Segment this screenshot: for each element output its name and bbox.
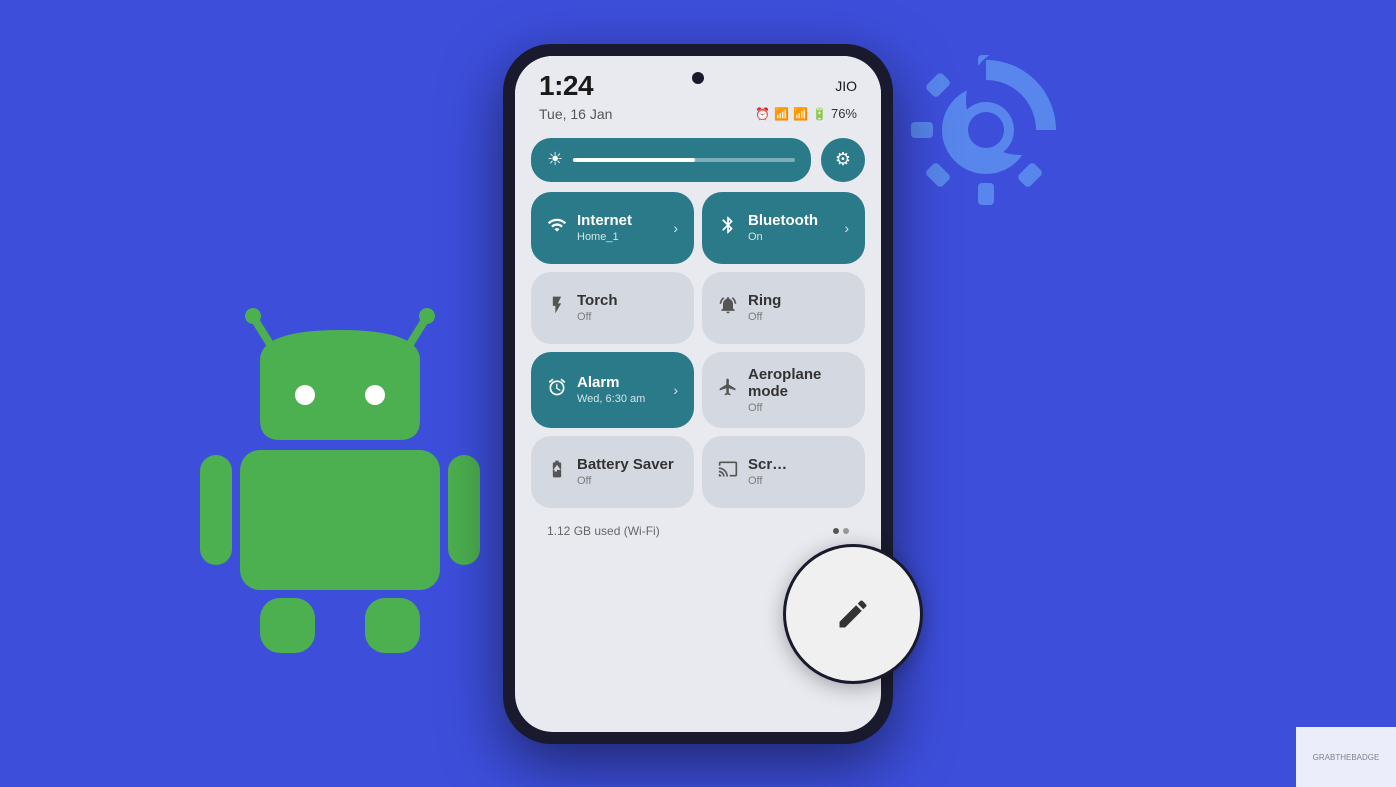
watermark: GRABTHEBADGE xyxy=(1296,727,1396,787)
alarm-status-icon: ⏰ xyxy=(755,107,770,121)
camera-notch xyxy=(692,72,704,84)
tile-aeroplane-sublabel: Off xyxy=(748,402,849,414)
tile-screen-left: Scr… Off xyxy=(718,456,787,487)
phone-device: 1:24 JIO Tue, 16 Jan ⏰ 📶 📶 🔋 76% ☀ xyxy=(503,44,893,744)
tile-torch-sublabel: Off xyxy=(577,311,618,323)
battery-percent: 76% xyxy=(831,106,857,121)
tile-ring-label: Ring xyxy=(748,292,781,309)
gear-icon-background xyxy=(896,40,1076,220)
tile-aeroplane-header: Aeroplane mode Off xyxy=(718,366,849,414)
brightness-slider[interactable]: ☀ xyxy=(531,138,811,182)
tile-internet-label: Internet xyxy=(577,212,632,229)
tile-aeroplane-left: Aeroplane mode Off xyxy=(718,366,849,414)
tile-screen-sublabel: Off xyxy=(748,475,787,487)
tile-ring-left: Ring Off xyxy=(718,292,781,323)
brightness-track xyxy=(573,158,795,162)
quick-settings-panel: ☀ ⚙ xyxy=(515,130,881,550)
page-dots xyxy=(833,528,849,534)
bottom-info: 1.12 GB used (Wi-Fi) xyxy=(531,516,865,538)
tile-ring-header: Ring Off xyxy=(718,292,849,323)
status-time: 1:24 xyxy=(539,70,593,102)
battery-saver-icon xyxy=(547,459,567,484)
data-usage-text: 1.12 GB used (Wi-Fi) xyxy=(547,524,660,538)
tile-internet-left: Internet Home_1 xyxy=(547,212,632,243)
bluetooth-chevron-icon: › xyxy=(844,220,849,236)
watermark-text: GRABTHEBADGE xyxy=(1313,753,1380,762)
tile-bluetooth[interactable]: Bluetooth On › xyxy=(702,192,865,264)
wifi-icon xyxy=(547,215,567,240)
tile-battery-saver[interactable]: Battery Saver Off xyxy=(531,436,694,508)
tile-battery-left: Battery Saver Off xyxy=(547,456,674,487)
tile-alarm[interactable]: Alarm Wed, 6:30 am › xyxy=(531,352,694,428)
bluetooth-icon xyxy=(718,215,738,240)
cast-icon xyxy=(718,459,738,484)
ring-icon xyxy=(718,295,738,320)
dot-1 xyxy=(833,528,839,534)
status-carrier: JIO xyxy=(835,78,857,94)
tile-bluetooth-header: Bluetooth On › xyxy=(718,212,849,243)
aeroplane-icon xyxy=(718,377,738,402)
android-robot xyxy=(180,280,500,660)
status-icons: ⏰ 📶 📶 🔋 76% xyxy=(755,106,857,121)
tile-internet[interactable]: Internet Home_1 › xyxy=(531,192,694,264)
tile-bluetooth-label: Bluetooth xyxy=(748,212,818,229)
tile-aeroplane-label: Aeroplane mode xyxy=(748,366,849,400)
status-date-row: Tue, 16 Jan ⏰ 📶 📶 🔋 76% xyxy=(515,106,881,130)
tile-battery-label: Battery Saver xyxy=(577,456,674,473)
settings-gear-button[interactable]: ⚙ xyxy=(821,138,865,182)
tile-internet-header: Internet Home_1 › xyxy=(547,212,678,243)
edit-button[interactable] xyxy=(783,544,923,684)
tile-ring[interactable]: Ring Off xyxy=(702,272,865,344)
signal-status-icon: 📶 xyxy=(793,107,808,121)
alarm-icon xyxy=(547,377,567,402)
phone-frame: 1:24 JIO Tue, 16 Jan ⏰ 📶 📶 🔋 76% ☀ xyxy=(503,44,893,744)
tile-alarm-left: Alarm Wed, 6:30 am xyxy=(547,374,645,405)
tile-bluetooth-left: Bluetooth On xyxy=(718,212,818,243)
tile-bluetooth-sublabel: On xyxy=(748,231,818,243)
tile-screen-label: Scr… xyxy=(748,456,787,473)
battery-status-icon: 🔋 xyxy=(812,107,827,121)
quick-tiles-grid: Internet Home_1 › xyxy=(531,192,865,516)
brightness-icon: ☀ xyxy=(547,149,563,170)
alarm-chevron-icon: › xyxy=(673,382,678,398)
gear-icon: ⚙ xyxy=(835,149,851,170)
internet-chevron-icon: › xyxy=(673,220,678,236)
tile-battery-sublabel: Off xyxy=(577,475,674,487)
tile-torch-left: Torch Off xyxy=(547,292,618,323)
tile-alarm-label: Alarm xyxy=(577,374,645,391)
tile-battery-header: Battery Saver Off xyxy=(547,456,678,487)
tile-torch-header: Torch Off xyxy=(547,292,678,323)
brightness-row: ☀ ⚙ xyxy=(531,138,865,182)
tile-aeroplane[interactable]: Aeroplane mode Off xyxy=(702,352,865,428)
tile-ring-sublabel: Off xyxy=(748,311,781,323)
tile-torch-label: Torch xyxy=(577,292,618,309)
tile-alarm-header: Alarm Wed, 6:30 am › xyxy=(547,374,678,405)
status-date: Tue, 16 Jan xyxy=(539,106,612,122)
torch-icon xyxy=(547,295,567,320)
pencil-icon xyxy=(835,596,871,632)
tile-torch[interactable]: Torch Off xyxy=(531,272,694,344)
wifi-status-icon: 📶 xyxy=(774,107,789,121)
tile-screen-header: Scr… Off xyxy=(718,456,849,487)
tile-internet-sublabel: Home_1 xyxy=(577,231,632,243)
brightness-fill xyxy=(573,158,695,162)
tile-screen-cast[interactable]: Scr… Off xyxy=(702,436,865,508)
tile-alarm-sublabel: Wed, 6:30 am xyxy=(577,393,645,405)
dot-2 xyxy=(843,528,849,534)
